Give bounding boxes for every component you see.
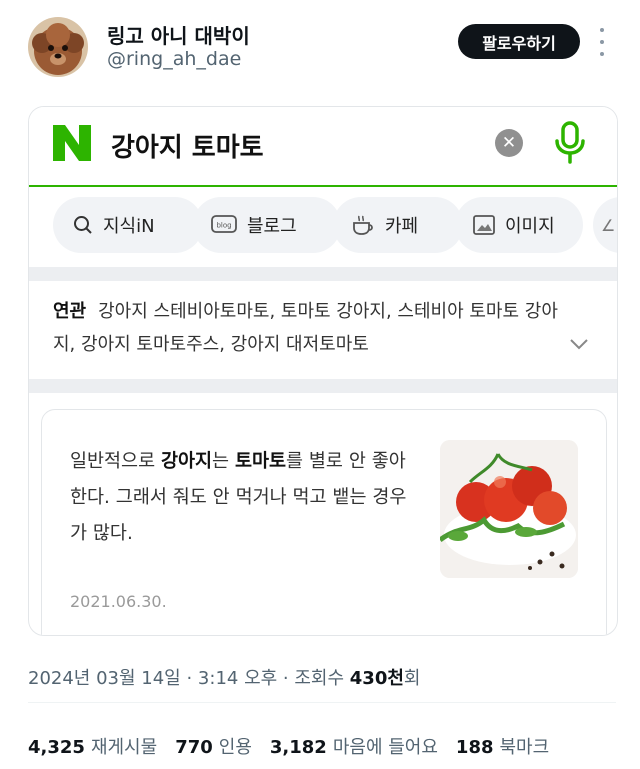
clear-x-icon: ✕	[495, 129, 523, 157]
display-name[interactable]: 링고 아니 대박이	[107, 20, 250, 49]
snippet-text: 일반적으로 강아지는 토마토를 별로 안 좋아한다. 그래서 줘도 안 먹거나 …	[70, 444, 415, 552]
image-icon	[473, 215, 495, 235]
blog-icon: blog	[211, 215, 237, 235]
naver-logo-icon	[53, 125, 91, 161]
likes-label: 마음에 들어요	[332, 737, 438, 758]
follow-button[interactable]: 팔로우하기	[458, 24, 580, 59]
tab-more[interactable]: ∠	[593, 197, 617, 253]
tab-label: 블로그	[247, 216, 297, 237]
tab-image[interactable]: 이미지	[455, 197, 583, 253]
quotes-count: 770	[175, 737, 213, 758]
tab-jisik-in[interactable]: 지식iN	[53, 197, 203, 253]
views-count: 430천	[349, 668, 404, 689]
divider	[28, 702, 616, 703]
tweet-meta: 2024년 03월 14일 · 3:14 오후 · 조회수 430천회	[28, 668, 421, 689]
user-handle[interactable]: @ring_ah_dae	[107, 48, 241, 70]
search-icon	[73, 215, 93, 235]
retweets-stat[interactable]: 4,325 재게시물	[28, 733, 157, 759]
svg-text:blog: blog	[216, 222, 231, 230]
tweet-time[interactable]: 3:14 오후	[198, 668, 277, 689]
retweets-label: 재게시물	[90, 737, 158, 758]
views-suffix: 회	[403, 668, 421, 689]
related-terms[interactable]: 강아지 스테비아토마토, 토마토 강아지, 스테비아 토마토 강아지, 강아지 …	[53, 301, 558, 355]
views-prefix: 조회수	[294, 668, 345, 689]
section-divider	[29, 267, 617, 281]
retweets-count: 4,325	[28, 737, 85, 758]
bookmarks-stat[interactable]: 188 북마크	[456, 733, 549, 759]
microphone-icon	[555, 121, 585, 164]
tweet-date[interactable]: 2024년 03월 14일	[28, 668, 181, 689]
snippet-date: 2021.06.30.	[70, 592, 167, 611]
search-query: 강아지 토마토	[111, 133, 264, 163]
snippet-highlight: 강아지	[160, 451, 213, 472]
tomato-photo[interactable]	[440, 440, 578, 578]
related-searches: 연관 강아지 스테비아토마토, 토마토 강아지, 스테비아 토마토 강아지, 강아…	[29, 281, 617, 373]
quotes-stat[interactable]: 770 인용	[175, 733, 252, 759]
tab-cafe[interactable]: 카페	[333, 197, 463, 253]
avatar[interactable]	[28, 17, 88, 77]
snippet-part: 일반적으로	[70, 451, 161, 472]
tab-more-icon: ∠	[601, 215, 616, 235]
tab-label: 이미지	[505, 216, 555, 237]
knowledge-snippet[interactable]: 일반적으로 강아지는 토마토를 별로 안 좋아한다. 그래서 줘도 안 먹거나 …	[41, 409, 607, 635]
likes-stat[interactable]: 3,182 마음에 들어요	[270, 733, 438, 759]
quotes-label: 인용	[218, 737, 252, 758]
snippet-part: 는	[212, 451, 235, 472]
bookmarks-label: 북마크	[499, 737, 550, 758]
snippet-highlight: 토마토	[234, 451, 287, 472]
likes-count: 3,182	[269, 737, 327, 758]
tab-label: 지식iN	[103, 216, 155, 237]
chevron-down-icon[interactable]	[569, 337, 589, 351]
more-vertical-icon[interactable]	[594, 28, 610, 56]
related-label: 연관	[53, 301, 87, 322]
search-category-tabs: 지식iN blog 블로그 카페 이미지 ∠	[29, 187, 617, 267]
engagement-stats: 4,325 재게시물 770 인용 3,182 마음에 들어요 188 북마크	[28, 733, 549, 759]
tab-blog[interactable]: blog 블로그	[193, 197, 341, 253]
bookmarks-count: 188	[455, 737, 494, 758]
section-divider	[29, 379, 617, 393]
cafe-cup-icon	[351, 214, 375, 236]
tab-label: 카페	[385, 216, 419, 237]
dog-avatar-icon	[28, 17, 88, 77]
embedded-screenshot[interactable]: 강아지 토마토 ✕ 지식iN blog 블로그 카페 이미지 ∠ 연관 강아지 …	[28, 106, 618, 636]
search-bar: 강아지 토마토 ✕	[29, 107, 617, 187]
